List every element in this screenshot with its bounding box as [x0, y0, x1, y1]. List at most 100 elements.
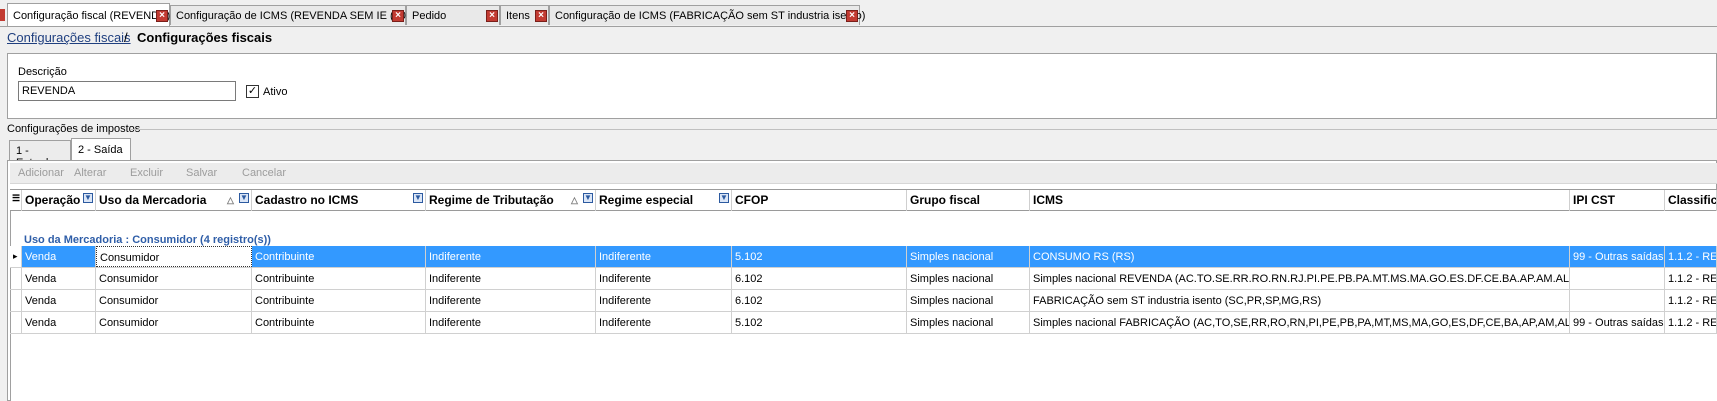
tab-saida-label: 2 - Saída	[78, 144, 123, 156]
cell-especial[interactable]: Indiferente	[596, 290, 732, 311]
col-icms-label: ICMS	[1033, 193, 1063, 207]
salvar-button[interactable]: Salvar	[186, 167, 217, 179]
col-cadastro-label: Cadastro no ICMS	[255, 193, 359, 207]
descricao-input[interactable]	[18, 81, 236, 101]
cell-grupo[interactable]: Simples nacional	[907, 268, 1030, 289]
col-classif-label: Classific	[1668, 193, 1717, 207]
cell-grupo[interactable]: Simples nacional	[907, 312, 1030, 333]
table-row[interactable]: Venda Consumidor Contribuinte Indiferent…	[10, 312, 1717, 334]
cell-grupo[interactable]: Simples nacional	[907, 246, 1030, 267]
tab-entrada[interactable]: 1 - Entrada	[9, 140, 71, 169]
sort-icon: △	[227, 195, 234, 205]
filter-icon[interactable]: ▼	[719, 193, 729, 203]
col-cfop-label: CFOP	[735, 193, 769, 207]
close-icon[interactable]: ×	[846, 10, 858, 22]
col-operacao[interactable]: Operação ▼	[22, 190, 96, 211]
row-indicator	[10, 268, 22, 289]
col-uso-mercadoria[interactable]: Uso da Mercadoria △ ▼	[96, 190, 252, 211]
cell-cadastro[interactable]: Contribuinte	[252, 268, 426, 289]
ativo-checkbox[interactable]: ✓	[246, 85, 259, 98]
tab-label: Configuração de ICMS (FABRICAÇÃO sem ST …	[555, 10, 866, 22]
cell-especial[interactable]: Indiferente	[596, 312, 732, 333]
cell-regime[interactable]: Indiferente	[426, 290, 596, 311]
col-icms[interactable]: ICMS	[1030, 190, 1570, 211]
close-icon[interactable]: ×	[392, 10, 404, 22]
col-grupo-fiscal[interactable]: Grupo fiscal	[907, 190, 1030, 211]
cell-especial[interactable]: Indiferente	[596, 268, 732, 289]
cell-operacao[interactable]: Venda	[22, 246, 96, 267]
column-chooser-icon[interactable]: ☰	[10, 190, 22, 211]
close-icon[interactable]: ×	[535, 10, 547, 22]
col-ipi-label: IPI CST	[1573, 193, 1616, 207]
close-icon[interactable]: ×	[486, 10, 498, 22]
cell-regime[interactable]: Indiferente	[426, 246, 596, 267]
excluir-button[interactable]: Excluir	[130, 167, 163, 179]
filter-icon[interactable]: ▼	[83, 193, 93, 203]
table-row[interactable]: Venda Consumidor Contribuinte Indiferent…	[10, 290, 1717, 312]
cell-cadastro[interactable]: Contribuinte	[252, 246, 426, 267]
tab-label: Configuração de ICMS (REVENDA SEM IE (10…	[176, 10, 420, 22]
tab-left-close-icon[interactable]	[0, 9, 5, 21]
cell-cfop[interactable]: 5.102	[732, 312, 907, 333]
cell-uso[interactable]: Consumidor	[96, 246, 252, 267]
col-regime-especial[interactable]: Regime especial ▼	[596, 190, 732, 211]
breadcrumb-link[interactable]: Configurações fiscais	[7, 30, 131, 45]
cell-operacao[interactable]: Venda	[22, 290, 96, 311]
close-icon[interactable]: ×	[156, 10, 168, 22]
cell-ipi[interactable]	[1570, 290, 1665, 311]
cell-icms[interactable]: FABRICAÇÃO sem ST industria isento (SC,P…	[1030, 290, 1570, 311]
impostos-group-label: Configurações de impostos	[7, 123, 141, 135]
cell-icms[interactable]: Simples nacional REVENDA (AC.TO.SE.RR.RO…	[1030, 268, 1570, 289]
cell-uso[interactable]: Consumidor	[96, 268, 252, 289]
cell-regime[interactable]: Indiferente	[426, 312, 596, 333]
cell-grupo[interactable]: Simples nacional	[907, 290, 1030, 311]
filter-icon[interactable]: ▼	[583, 193, 593, 203]
tab-label: Itens	[506, 10, 530, 22]
cancelar-button[interactable]: Cancelar	[242, 167, 286, 179]
cell-especial[interactable]: Indiferente	[596, 246, 732, 267]
sort-icon: △	[571, 195, 578, 205]
alterar-button[interactable]: Alterar	[74, 167, 106, 179]
cell-uso[interactable]: Consumidor	[96, 290, 252, 311]
cell-operacao[interactable]: Venda	[22, 312, 96, 333]
tab-label: Configuração fiscal (REVENDA)	[13, 10, 171, 22]
cell-cfop[interactable]: 5.102	[732, 246, 907, 267]
cell-classificacao[interactable]: 1.1.2 - RE	[1665, 312, 1717, 333]
cell-classificacao[interactable]: 1.1.2 - RE	[1665, 246, 1717, 267]
cell-cfop[interactable]: 6.102	[732, 268, 907, 289]
row-indicator-icon: ▸	[10, 246, 22, 267]
tab-configuracao-icms-fabricacao[interactable]: Configuração de ICMS (FABRICAÇÃO sem ST …	[549, 5, 865, 25]
cell-classificacao[interactable]: 1.1.2 - RE	[1665, 290, 1717, 311]
cell-operacao[interactable]: Venda	[22, 268, 96, 289]
tab-configuracao-fiscal[interactable]: Configuração fiscal (REVENDA) ×	[7, 3, 170, 26]
cell-ipi[interactable]: 99 - Outras saídas	[1570, 246, 1665, 267]
filter-icon[interactable]: ▼	[413, 193, 423, 203]
group-header-row[interactable]: Uso da Mercadoria : Consumidor (4 regist…	[24, 234, 271, 246]
col-classificacao[interactable]: Classific	[1665, 190, 1717, 211]
cell-cadastro[interactable]: Contribuinte	[252, 290, 426, 311]
filter-icon[interactable]: ▼	[239, 193, 249, 203]
tab-label: Pedido	[412, 10, 447, 22]
tab-itens[interactable]: Itens ×	[500, 5, 549, 25]
cell-cadastro[interactable]: Contribuinte	[252, 312, 426, 333]
col-cadastro-icms[interactable]: Cadastro no ICMS ▼	[252, 190, 426, 211]
cell-icms[interactable]: CONSUMO RS (RS)	[1030, 246, 1570, 267]
adicionar-button[interactable]: Adicionar	[18, 167, 64, 179]
cell-ipi[interactable]: 99 - Outras saídas	[1570, 312, 1665, 333]
cell-ipi[interactable]	[1570, 268, 1665, 289]
tab-pedido[interactable]: Pedido ×	[406, 5, 500, 25]
cell-uso[interactable]: Consumidor	[96, 312, 252, 333]
table-row[interactable]: ▸ Venda Consumidor Contribuinte Indifere…	[10, 246, 1717, 268]
col-cfop[interactable]: CFOP	[732, 190, 907, 211]
cell-cfop[interactable]: 6.102	[732, 290, 907, 311]
table-row[interactable]: Venda Consumidor Contribuinte Indiferent…	[10, 268, 1717, 290]
cell-classificacao[interactable]: 1.1.2 - RE	[1665, 268, 1717, 289]
col-ipi-cst[interactable]: IPI CST	[1570, 190, 1665, 211]
col-regime-tributacao[interactable]: Regime de Tributação △ ▼	[426, 190, 596, 211]
tab-configuracao-icms-revenda[interactable]: Configuração de ICMS (REVENDA SEM IE (10…	[170, 5, 419, 25]
tab-saida[interactable]: 2 - Saída	[71, 138, 131, 161]
cell-regime[interactable]: Indiferente	[426, 268, 596, 289]
cell-icms[interactable]: Simples nacional FABRICAÇÃO (AC,TO,SE,RR…	[1030, 312, 1570, 333]
row-indicator	[10, 290, 22, 311]
col-regime-label: Regime de Tributação	[429, 193, 554, 207]
